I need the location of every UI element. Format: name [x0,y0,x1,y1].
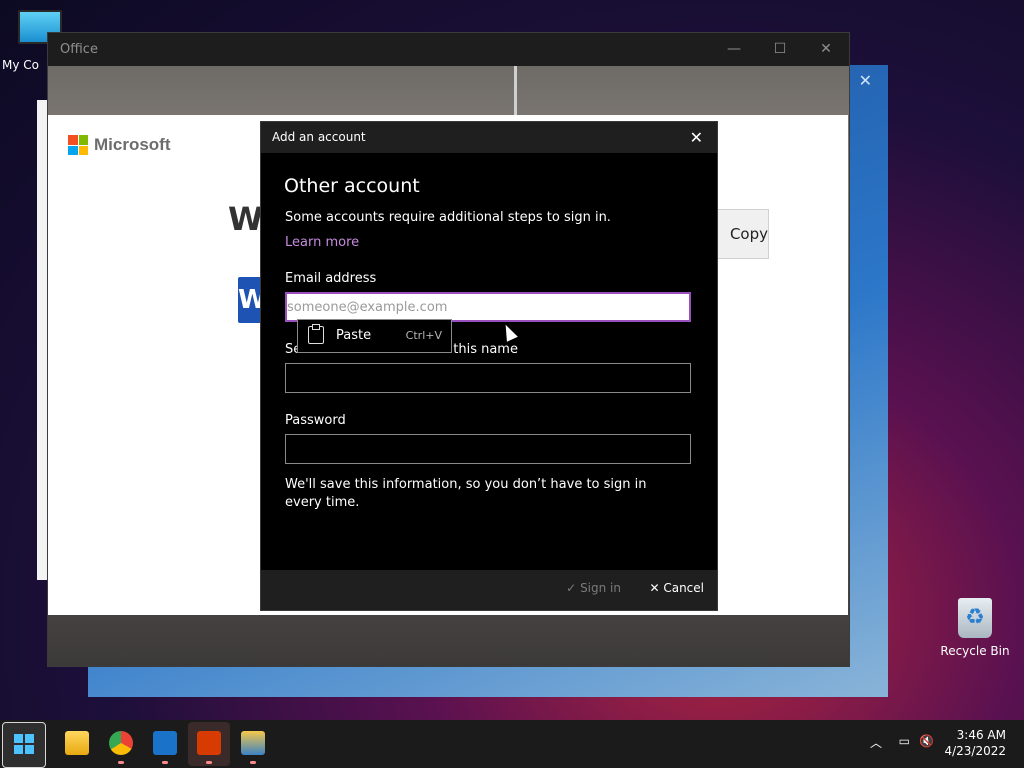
context-menu-item-paste[interactable]: Paste Ctrl+V [308,324,442,344]
network-icon[interactable]: ▭ [899,734,910,748]
app-icon [241,731,265,755]
windows-logo-icon [14,734,34,754]
chrome-icon [109,731,133,755]
clock[interactable]: 3:46 AM 4/23/2022 [944,727,1006,759]
microsoft-logo: Microsoft [68,135,171,155]
menu-item-shortcut: Ctrl+V [405,328,442,342]
sign-in-button[interactable]: ✓ Sign in [566,581,621,595]
add-account-dialog: Add an account ✕ Other account Some acco… [260,121,718,611]
mail-icon [153,731,177,755]
brand-name: Microsoft [94,135,171,154]
running-indicator [162,761,168,764]
dialog-description: Some accounts require additional steps t… [285,210,611,225]
taskbar-mail[interactable] [144,722,186,766]
speaker-muted-icon[interactable]: 🔇 [919,734,934,748]
running-indicator [206,761,212,764]
maximize-icon[interactable]: ☐ [757,33,803,66]
display-name-field[interactable] [285,363,691,393]
save-info-note: We'll save this information, so you don’… [285,477,647,510]
checkmark-icon: ✓ [566,581,577,595]
cancel-button[interactable]: ✕ Cancel [649,581,704,595]
close-icon[interactable]: ✕ [803,33,849,66]
taskbar-file-explorer[interactable] [56,722,98,766]
clock-time: 3:46 AM [956,728,1006,742]
window-title: Office [60,42,98,57]
dialog-footer: ✓ Sign in ✕ Cancel [261,570,717,610]
running-indicator [118,761,124,764]
taskbar-chrome[interactable] [100,722,142,766]
folder-icon [65,731,89,755]
taskbar-app[interactable] [232,722,274,766]
welcome-heading: W [228,200,264,238]
desktop-icon-label: My Co [2,58,39,72]
microsoft-logo-icon [68,135,88,155]
clock-date: 4/23/2022 [944,744,1006,758]
minimize-icon[interactable]: — [711,33,757,66]
recycle-bin-icon: ♻ [958,598,992,638]
learn-more-link[interactable]: Learn more [285,235,359,250]
menu-item-label: Paste [336,327,372,343]
dialog-titlebar: Add an account ✕ [261,122,717,153]
context-menu: Paste Ctrl+V [297,319,452,353]
close-icon[interactable]: ✕ [859,71,872,90]
desktop-icon-label: Recycle Bin [940,644,1010,658]
password-field[interactable] [285,434,691,464]
copy-button[interactable]: Copy [715,209,769,259]
close-icon: ✕ [649,581,660,595]
close-icon[interactable]: ✕ [690,122,703,153]
office-icon [197,731,221,755]
email-field[interactable] [285,292,691,322]
taskbar: ︿ ▭ 🔇 3:46 AM 4/23/2022 [0,720,1024,768]
dialog-title: Add an account [272,130,366,144]
dialog-heading: Other account [284,175,420,197]
clipboard-icon [308,324,324,344]
email-label: Email address [285,271,377,286]
taskbar-office[interactable] [188,722,230,766]
chevron-up-icon[interactable]: ︿ [870,734,882,751]
photo-detail [514,66,517,116]
start-button[interactable] [2,722,46,768]
office-titlebar: Office — ☐ ✕ [48,33,849,66]
desktop-icon-recycle-bin[interactable]: ♻ Recycle Bin [938,596,1012,658]
running-indicator [250,761,256,764]
password-label: Password [285,413,346,428]
